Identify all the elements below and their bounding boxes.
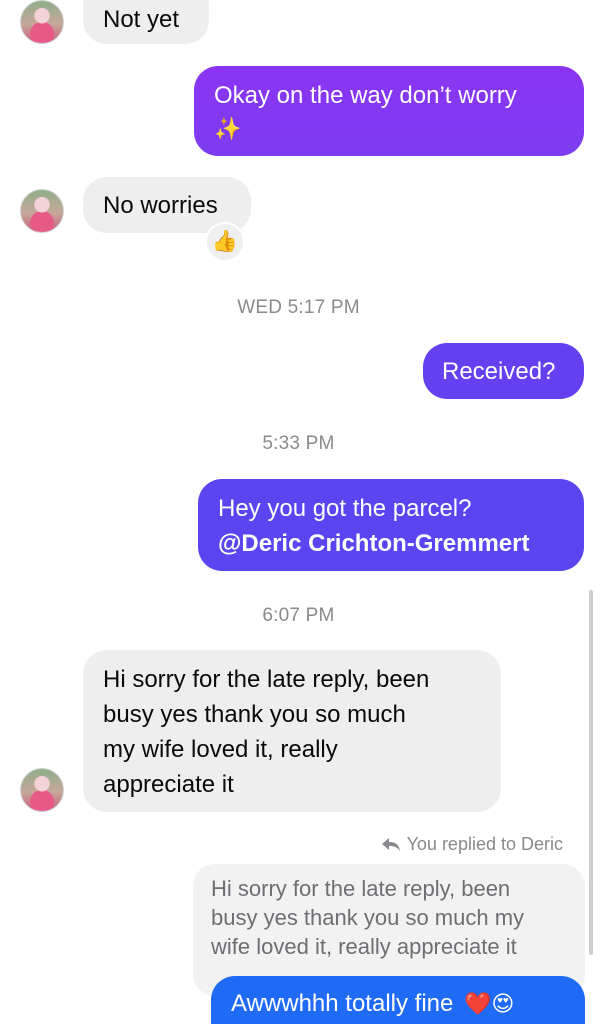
- quote-text-line: busy yes thank you so much my: [211, 905, 525, 930]
- outgoing-message[interactable]: Awwwhhh totally fine ❤️😍: [211, 976, 585, 1024]
- thumbs-up-reaction-icon[interactable]: 👍: [205, 222, 245, 262]
- outgoing-message[interactable]: Okay on the way don’t worry ✨: [194, 66, 584, 156]
- message-text-line: Hi sorry for the late reply, been: [103, 666, 430, 693]
- scroll-indicator[interactable]: [589, 590, 593, 955]
- quote-text-line: wife loved it, really appreciate it: [211, 934, 517, 959]
- timestamp: WED 5:17 PM: [237, 297, 360, 318]
- message-text: Not yet: [103, 6, 180, 33]
- incoming-message[interactable]: Hi sorry for the late reply, been busy y…: [83, 650, 501, 812]
- message-text: Received?: [442, 358, 556, 385]
- message-text-line: busy yes thank you so much: [103, 701, 406, 728]
- outgoing-message[interactable]: Received?: [423, 343, 584, 399]
- message-text-line: appreciate it: [103, 771, 234, 798]
- message-text: Awwwhhh totally fine: [231, 990, 454, 1017]
- contact-avatar[interactable]: [20, 189, 64, 233]
- contact-avatar[interactable]: [20, 768, 64, 812]
- timestamp: 5:33 PM: [262, 433, 335, 454]
- message-text: Okay on the way don’t worry: [214, 82, 517, 109]
- mention-link[interactable]: @Deric Crichton-Gremmert: [218, 526, 564, 561]
- contact-avatar[interactable]: [20, 0, 64, 44]
- reply-indicator: You replied to Deric: [381, 834, 563, 855]
- message-text-line: my wife loved it, really: [103, 736, 338, 763]
- message-text: Hey you got the parcel?: [218, 495, 472, 522]
- message-text: No worries: [103, 192, 218, 219]
- sparkles-emoji: ✨: [214, 116, 242, 141]
- outgoing-message[interactable]: Hey you got the parcel? @Deric Crichton-…: [198, 479, 584, 571]
- chat-thread: Not yet Okay on the way don’t worry ✨ No…: [0, 0, 597, 1024]
- quote-text-line: Hi sorry for the late reply, been: [211, 876, 511, 901]
- incoming-message[interactable]: Not yet: [83, 0, 209, 44]
- reply-indicator-text: You replied to Deric: [406, 834, 563, 854]
- timestamp: 6:07 PM: [262, 605, 335, 626]
- heart-eyes-emoji: ❤️😍: [464, 991, 515, 1016]
- reply-arrow-icon: [381, 837, 400, 851]
